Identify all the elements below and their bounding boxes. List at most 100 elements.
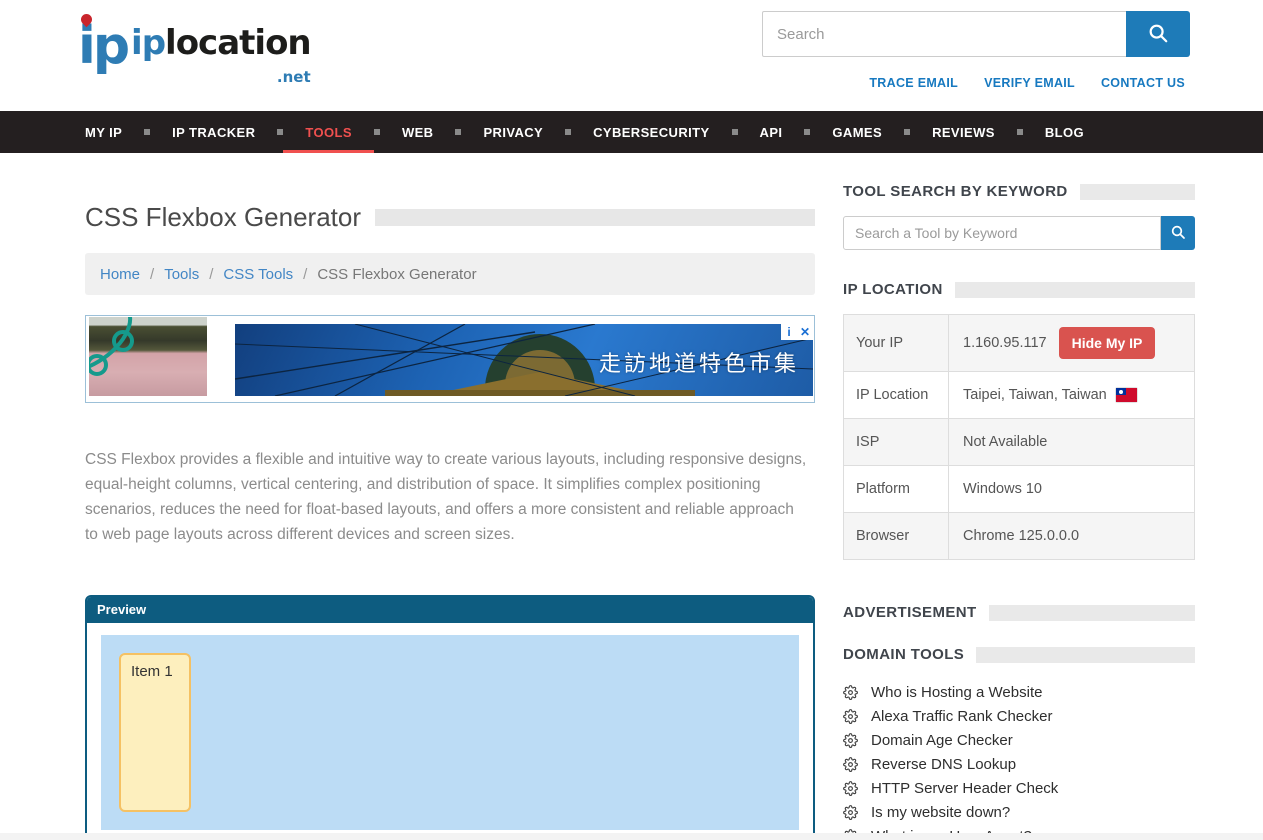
search-icon: [1147, 22, 1169, 47]
header-links: TRACE EMAIL VERIFY EMAIL CONTACT US: [869, 76, 1185, 90]
ad-left-image: [89, 317, 207, 396]
ad-caption-text: 走訪地道特色市集: [599, 346, 799, 378]
breadcrumb-current: CSS Flexbox Generator: [317, 266, 476, 283]
title-decorative-bar: [375, 209, 815, 226]
nav-item-games[interactable]: GAMES: [810, 111, 904, 153]
main-column: CSS Flexbox Generator Home / Tools / CSS…: [85, 153, 815, 840]
gear-icon: [843, 805, 858, 820]
tool-search-button[interactable]: [1161, 216, 1195, 250]
nav-item-api[interactable]: API: [738, 111, 805, 153]
nav-item-blog[interactable]: BLOG: [1023, 111, 1106, 153]
hide-my-ip-button[interactable]: Hide My IP: [1059, 327, 1156, 359]
domain-tool-label: Who is Hosting a Website: [871, 684, 1042, 701]
domain-tool-label: Alexa Traffic Rank Checker: [871, 708, 1052, 725]
table-row-ip-location: IP Location Taipei, Taiwan, Taiwan: [844, 372, 1194, 419]
your-ip-value: 1.160.95.117: [963, 335, 1047, 351]
table-row-isp: ISP Not Available: [844, 419, 1194, 466]
row-label: Platform: [844, 466, 949, 512]
site-search-button[interactable]: [1126, 11, 1190, 57]
nav-item-my-ip[interactable]: MY IP: [63, 111, 144, 153]
ip-location-table: Your IP 1.160.95.117 Hide My IP IP Locat…: [843, 314, 1195, 560]
row-value: Not Available: [949, 419, 1194, 465]
tool-description: CSS Flexbox provides a flexible and intu…: [85, 447, 815, 547]
gear-icon: [843, 709, 858, 724]
tool-search-heading: TOOL SEARCH BY KEYWORD: [843, 183, 1195, 200]
heading-decorative-bar: [955, 282, 1195, 298]
row-label: Your IP: [844, 315, 949, 371]
domain-tool-label: Is my website down?: [871, 804, 1010, 821]
row-value: 1.160.95.117 Hide My IP: [949, 315, 1194, 371]
row-value: Windows 10: [949, 466, 1194, 512]
domain-tool-label: Domain Age Checker: [871, 732, 1013, 749]
ip-location-heading-text: IP LOCATION: [843, 281, 943, 298]
ip-location-value: Taipei, Taiwan, Taiwan: [963, 387, 1107, 403]
tool-search-heading-text: TOOL SEARCH BY KEYWORD: [843, 183, 1068, 200]
breadcrumb-home[interactable]: Home: [100, 266, 140, 283]
breadcrumb: Home / Tools / CSS Tools / CSS Flexbox G…: [85, 253, 815, 295]
domain-tools-list: Who is Hosting a Website Alexa Traffic R…: [843, 684, 1195, 840]
row-label: IP Location: [844, 372, 949, 418]
site-header: ip iplocation .net TRACE EMAIL VERIFY EM…: [0, 0, 1263, 111]
ad-main-image: 走訪地道特色市集 i ✕: [235, 324, 813, 396]
search-icon: [1170, 224, 1186, 243]
ad-banner[interactable]: 走訪地道特色市集 i ✕: [85, 315, 815, 403]
ad-route-overlay: [89, 317, 207, 396]
logo-text-location: location: [165, 23, 311, 63]
main-nav: MY IP IP TRACKER TOOLS WEB PRIVACY CYBER…: [0, 111, 1263, 153]
heading-decorative-bar: [1080, 184, 1195, 200]
nav-item-web[interactable]: WEB: [380, 111, 456, 153]
advertisement-heading-text: ADVERTISEMENT: [843, 604, 977, 621]
heading-decorative-bar: [976, 647, 1195, 663]
gear-icon: [843, 781, 858, 796]
breadcrumb-separator: /: [209, 266, 213, 283]
tool-search: [843, 216, 1195, 250]
ad-info-icon[interactable]: i: [781, 324, 797, 340]
domain-tool-website-down[interactable]: Is my website down?: [843, 804, 1195, 821]
nav-item-tools[interactable]: TOOLS: [283, 111, 374, 153]
logo-tld: .net: [131, 60, 311, 94]
tool-search-input[interactable]: [843, 216, 1161, 250]
domain-tool-reverse-dns[interactable]: Reverse DNS Lookup: [843, 756, 1195, 773]
taiwan-flag-icon: [1116, 388, 1137, 402]
domain-tool-label: Reverse DNS Lookup: [871, 756, 1016, 773]
trace-email-link[interactable]: TRACE EMAIL: [869, 76, 958, 90]
nav-item-cybersecurity[interactable]: CYBERSECURITY: [571, 111, 731, 153]
sidebar: TOOL SEARCH BY KEYWORD IP LOCATION Your …: [843, 153, 1195, 840]
gear-icon: [843, 685, 858, 700]
page: ip iplocation .net TRACE EMAIL VERIFY EM…: [0, 0, 1263, 840]
breadcrumb-separator: /: [150, 266, 154, 283]
row-label: ISP: [844, 419, 949, 465]
ip-location-heading: IP LOCATION: [843, 281, 1195, 298]
logo-mark-icon: ip: [78, 8, 127, 72]
domain-tool-alexa-rank[interactable]: Alexa Traffic Rank Checker: [843, 708, 1195, 725]
domain-tool-http-header[interactable]: HTTP Server Header Check: [843, 780, 1195, 797]
row-label: Browser: [844, 513, 949, 559]
table-row-your-ip: Your IP 1.160.95.117 Hide My IP: [844, 315, 1194, 372]
verify-email-link[interactable]: VERIFY EMAIL: [984, 76, 1075, 90]
domain-tool-domain-age[interactable]: Domain Age Checker: [843, 732, 1195, 749]
table-row-platform: Platform Windows 10: [844, 466, 1194, 513]
domain-tool-who-is-hosting[interactable]: Who is Hosting a Website: [843, 684, 1195, 701]
preview-card-body: Item 1: [87, 623, 813, 840]
breadcrumb-separator: /: [303, 266, 307, 283]
breadcrumb-tools[interactable]: Tools: [164, 266, 199, 283]
flexbox-preview-item[interactable]: Item 1: [119, 653, 191, 812]
breadcrumb-css-tools[interactable]: CSS Tools: [223, 266, 293, 283]
domain-tool-label: HTTP Server Header Check: [871, 780, 1058, 797]
content: CSS Flexbox Generator Home / Tools / CSS…: [0, 153, 1263, 840]
logo-text: iplocation .net: [131, 26, 311, 94]
site-search-input[interactable]: [762, 11, 1126, 57]
ad-choice-icons: i ✕: [781, 324, 813, 340]
row-value: Chrome 125.0.0.0: [949, 513, 1194, 559]
nav-item-privacy[interactable]: PRIVACY: [461, 111, 565, 153]
nav-item-ip-tracker[interactable]: IP TRACKER: [150, 111, 277, 153]
heading-decorative-bar: [989, 605, 1195, 621]
contact-us-link[interactable]: CONTACT US: [1101, 76, 1185, 90]
preview-card: Preview Item 1: [85, 595, 815, 840]
ad-close-icon[interactable]: ✕: [797, 324, 813, 340]
domain-tools-heading: DOMAIN TOOLS: [843, 646, 1195, 663]
advertisement-heading: ADVERTISEMENT: [843, 604, 1195, 621]
table-row-browser: Browser Chrome 125.0.0.0: [844, 513, 1194, 559]
nav-item-reviews[interactable]: REVIEWS: [910, 111, 1017, 153]
site-logo[interactable]: ip iplocation .net: [78, 8, 311, 94]
